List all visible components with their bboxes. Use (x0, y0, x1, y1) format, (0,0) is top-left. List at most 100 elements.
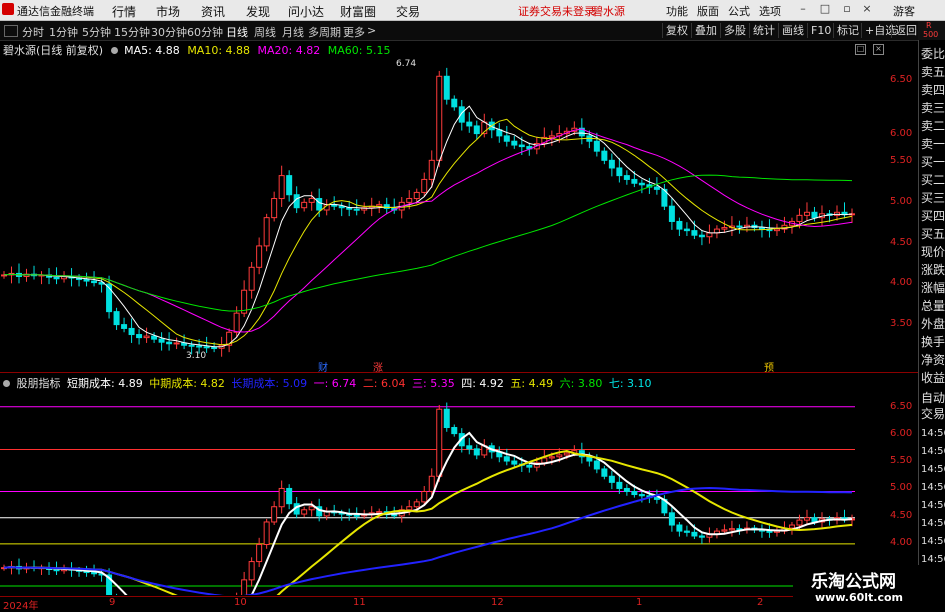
tool-f10[interactable]: F10 (807, 23, 831, 38)
candle-body (451, 98, 458, 108)
sub-y-tick: 6.50 (890, 401, 913, 412)
tool-multi-stock[interactable]: 多股 (720, 23, 746, 38)
menu-function[interactable]: 功能 (666, 3, 688, 19)
menu-wealth-circle[interactable]: 财富圈 (340, 3, 376, 20)
candle-body (728, 528, 735, 531)
candle-body (706, 232, 713, 238)
candle-body (736, 225, 743, 228)
rp-change-pct: 涨幅 (921, 281, 945, 295)
menu-layout[interactable]: 版面 (697, 3, 719, 19)
tool-back[interactable]: 返回 (891, 23, 917, 38)
candle-body (158, 338, 165, 343)
watermark-title: 乐淘公式网 (811, 572, 896, 592)
close-icon[interactable]: × (860, 2, 874, 16)
rp-trades[interactable]: 交易 (921, 408, 945, 420)
menu-trade[interactable]: 交易 (396, 3, 420, 20)
menu-options[interactable]: 选项 (759, 3, 781, 19)
tab-multi-period[interactable]: 多周期 (308, 24, 341, 40)
menu-ask-xiaoda[interactable]: 问小达 (288, 3, 324, 20)
rp-bid2: 买二 (921, 173, 945, 187)
tab-weekly[interactable]: 周线 (254, 24, 276, 40)
candle-body (248, 266, 255, 291)
indicator-chart[interactable] (0, 388, 918, 595)
candle-body (316, 198, 323, 211)
tab-1min[interactable]: 1分钟 (49, 24, 78, 40)
candle-body (308, 506, 315, 511)
candle-body (278, 175, 285, 200)
candle-body (286, 487, 293, 505)
tab-more[interactable]: 更多 (343, 24, 365, 40)
candle-body (286, 175, 293, 196)
menu-news[interactable]: 资讯 (201, 3, 225, 20)
panel-divider (0, 372, 918, 373)
candle-body (196, 345, 203, 348)
chart-expand-icon[interactable]: □ (855, 44, 866, 55)
rp-auto[interactable]: 自动 (921, 392, 945, 404)
maximize-icon[interactable]: □ (818, 2, 832, 16)
candle-body (616, 481, 623, 489)
candle-body (623, 487, 630, 492)
x-tick-dec: 12 (491, 597, 504, 608)
app-title: 通达信金融终端 (17, 5, 94, 18)
candle-body (691, 531, 698, 537)
tool-stats[interactable]: 统计 (749, 23, 775, 38)
rp-bid1: 买一 (921, 155, 945, 169)
candle-body (473, 448, 480, 456)
candle-body (376, 204, 383, 207)
tool-draw-line[interactable]: 画线 (778, 23, 804, 38)
tab-5min[interactable]: 5分钟 (82, 24, 111, 40)
settings-dot-icon[interactable] (110, 47, 118, 54)
trade-login-status[interactable]: 证券交易未登录 (518, 3, 595, 19)
candle-body (451, 427, 458, 435)
candle-body (683, 228, 690, 232)
rp-commission-ratio[interactable]: 委比 (921, 48, 945, 60)
minimize-icon[interactable]: – (796, 2, 810, 16)
candle-body (788, 524, 795, 529)
current-stock-link[interactable]: 碧水源 (592, 3, 625, 19)
chart-close-icon[interactable]: × (873, 44, 884, 55)
menu-formula[interactable]: 公式 (728, 3, 750, 19)
rp-time: 14:56 (921, 446, 945, 457)
rp-bid5: 买五 (921, 227, 945, 241)
left-toggle-icon[interactable] (4, 25, 18, 37)
tab-daily[interactable]: 日线 (226, 24, 248, 40)
indicator-settings-icon[interactable] (3, 380, 10, 387)
main-kline-chart[interactable] (0, 55, 918, 365)
candle-body (211, 347, 218, 350)
candle-body (241, 579, 248, 595)
tool-overlay[interactable]: 叠加 (691, 23, 717, 38)
rp-time: 14:56 (921, 536, 945, 547)
right-quote-panel: 委比 卖五 卖四 卖三 卖二 卖一 买一 买二 买三 买四 买五 现价 涨跌 涨… (918, 40, 945, 609)
candle-body (601, 150, 608, 161)
restore-icon[interactable]: ▫ (840, 2, 854, 16)
tab-60min[interactable]: 60分钟 (187, 24, 223, 40)
candle-body (248, 561, 255, 581)
tab-15min[interactable]: 15分钟 (114, 24, 150, 40)
candle-body (511, 460, 518, 465)
menu-discover[interactable]: 发现 (246, 3, 270, 20)
tab-timeshare[interactable]: 分时 (22, 24, 44, 40)
menu-market[interactable]: 市场 (156, 3, 180, 20)
candle-body (796, 214, 803, 222)
tool-mark[interactable]: 标记 (833, 23, 859, 38)
more-chevron-icon[interactable]: > (367, 24, 376, 37)
candle-body (406, 506, 413, 511)
rp-time: 14:56 (921, 518, 945, 529)
user-guest[interactable]: 游客 (893, 3, 915, 19)
candle-body (256, 544, 263, 563)
candle-body (436, 75, 443, 161)
rp-bid3: 买三 (921, 191, 945, 205)
candle-body (721, 529, 728, 532)
candle-body (128, 327, 135, 336)
tool-adjust[interactable]: 复权 (662, 23, 688, 38)
watermark-url: www.60lt.com (815, 591, 904, 604)
rank-badge: R 500 (918, 21, 945, 40)
rp-ask1: 卖一 (921, 137, 945, 151)
tab-30min[interactable]: 30分钟 (151, 24, 187, 40)
candle-body (436, 408, 443, 477)
tab-monthly[interactable]: 月线 (282, 24, 304, 40)
candle-body (413, 501, 420, 508)
candle-body (668, 512, 675, 526)
y-tick: 4.00 (890, 277, 913, 288)
menu-quotes[interactable]: 行情 (112, 3, 136, 20)
